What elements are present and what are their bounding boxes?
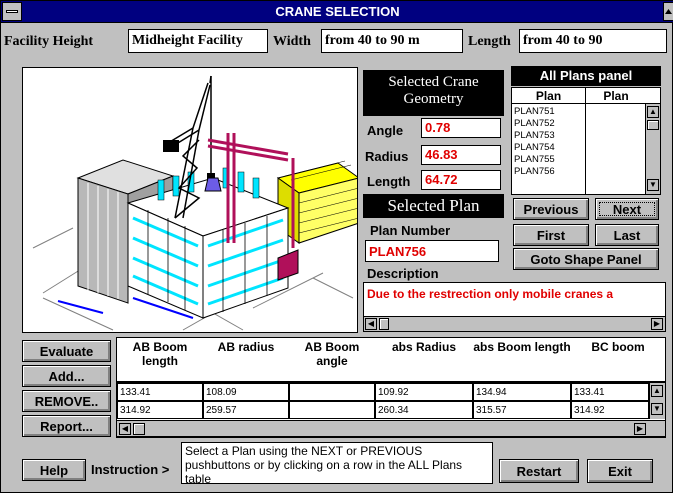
data-table[interactable]: 133.41 108.09 109.92 134.94 133.41 314.9… [116,382,666,438]
table-cell[interactable]: 133.41 [571,383,649,401]
plan-number-field[interactable]: PLAN756 [365,240,499,262]
table-cell[interactable] [289,401,375,419]
instruction-label: Instruction > [91,462,170,477]
report-button[interactable]: Report... [22,415,111,437]
table-cell[interactable]: 315.57 [473,401,571,419]
window-title: CRANE SELECTION [275,4,400,19]
evaluate-button[interactable]: Evaluate [22,340,111,362]
table-cell[interactable]: 314.92 [117,401,203,419]
length-field[interactable]: from 40 to 90 [519,29,667,53]
angle-value-field[interactable]: 0.78 [421,118,501,138]
selected-plan-title: Selected Plan [363,194,504,218]
list-item[interactable]: PLAN751 [514,106,555,117]
plan-number-label: Plan Number [370,223,451,238]
remove-button[interactable]: REMOVE.. [22,390,111,412]
exit-button[interactable]: Exit [587,459,653,483]
table-header: AB Boom length AB radius AB Boom angle a… [116,337,666,382]
table-vscrollbar[interactable]: ▲ ▼ [649,383,665,419]
geometry-title-line1: Selected Crane [388,74,479,90]
length-value-field[interactable]: 64.72 [421,170,501,190]
table-cell[interactable]: 109.92 [375,383,473,401]
list-item[interactable]: PLAN754 [514,142,555,153]
width-field[interactable]: from 40 to 90 m [321,29,463,53]
goto-shape-panel-button[interactable]: Goto Shape Panel [513,248,659,270]
description-hscrollbar[interactable]: ◀ ▶ [364,316,665,331]
list-item[interactable]: PLAN753 [514,130,555,141]
scroll-up-arrow-icon[interactable]: ▲ [647,106,659,118]
crane-3d-view[interactable] [22,67,358,333]
previous-button[interactable]: Previous [513,198,589,220]
all-plans-header: Plan Plan [511,87,661,104]
list-item[interactable]: PLAN756 [514,166,555,177]
up-arrow-icon [665,9,672,14]
list-item[interactable]: PLAN755 [514,154,555,165]
scroll-right-arrow-icon[interactable]: ▶ [634,423,646,435]
column-header[interactable]: abs Radius [375,340,473,354]
table-scroll-thumb[interactable] [133,423,145,435]
angle-label: Angle [367,123,404,138]
geometry-title-line2: Geometry [403,91,464,107]
scroll-up-arrow-icon[interactable]: ▲ [651,385,663,397]
crane-selection-window: CRANE SELECTION Facility Height Midheigh… [0,0,673,493]
scroll-left-arrow-icon[interactable]: ◀ [365,318,377,330]
scroll-down-arrow-icon[interactable]: ▼ [647,179,659,191]
all-plans-title: All Plans panel [511,66,661,86]
column-header[interactable]: AB Boom length [117,340,203,368]
table-cell[interactable]: 259.57 [203,401,289,419]
scroll-left-arrow-icon[interactable]: ◀ [119,423,131,435]
title-bar: CRANE SELECTION [1,1,673,23]
plans-col2-header: Plan [603,89,629,103]
help-button[interactable]: Help [22,459,86,481]
facility-height-label: Facility Height [4,34,94,49]
table-cell[interactable]: 108.09 [203,383,289,401]
column-header[interactable]: BC boom [571,340,665,354]
plans-vscrollbar[interactable]: ▲ ▼ [645,104,660,194]
description-box[interactable]: Due to the restrection only mobile crane… [363,282,666,332]
geometry-header: Selected Crane Geometry [363,70,504,116]
length-geom-label: Length [367,174,411,189]
table-cell[interactable]: 314.92 [571,401,649,419]
table-cell[interactable]: 133.41 [117,383,203,401]
column-header[interactable]: AB Boom angle [289,340,375,368]
list-item[interactable]: PLAN752 [514,118,555,129]
table-hscrollbar[interactable]: ◀ ▶ [116,420,666,437]
description-label: Description [367,266,439,281]
plans-col1-header: Plan [535,89,562,103]
description-text: Due to the restrection only mobile crane… [367,287,614,301]
table-cell[interactable] [289,383,375,401]
first-button[interactable]: First [513,224,589,246]
scroll-down-arrow-icon[interactable]: ▼ [651,403,663,415]
scroll-thumb[interactable] [379,318,389,330]
next-button[interactable]: Next [595,198,659,220]
last-button[interactable]: Last [595,224,659,246]
width-label: Width [273,34,311,49]
radius-value-field[interactable]: 46.83 [421,145,501,165]
instruction-text-box: Select a Plan using the NEXT or PREVIOUS… [181,442,493,484]
table-cell[interactable]: 134.94 [473,383,571,401]
column-header[interactable]: abs Boom length [473,340,571,354]
facility-height-field[interactable]: Midheight Facility [128,29,268,53]
building-crane-illustration [32,75,357,331]
scroll-right-arrow-icon[interactable]: ▶ [651,318,663,330]
column-header[interactable]: AB radius [203,340,289,354]
length-label: Length [468,34,511,49]
restart-button[interactable]: Restart [499,459,579,483]
add-button[interactable]: Add... [22,365,111,387]
all-plans-list[interactable]: PLAN751 PLAN752 PLAN753 PLAN754 PLAN755 … [511,103,661,195]
plans-scroll-thumb[interactable] [647,120,659,130]
radius-label: Radius [365,149,409,164]
maximize-button[interactable] [663,2,673,21]
table-cell[interactable]: 260.34 [375,401,473,419]
